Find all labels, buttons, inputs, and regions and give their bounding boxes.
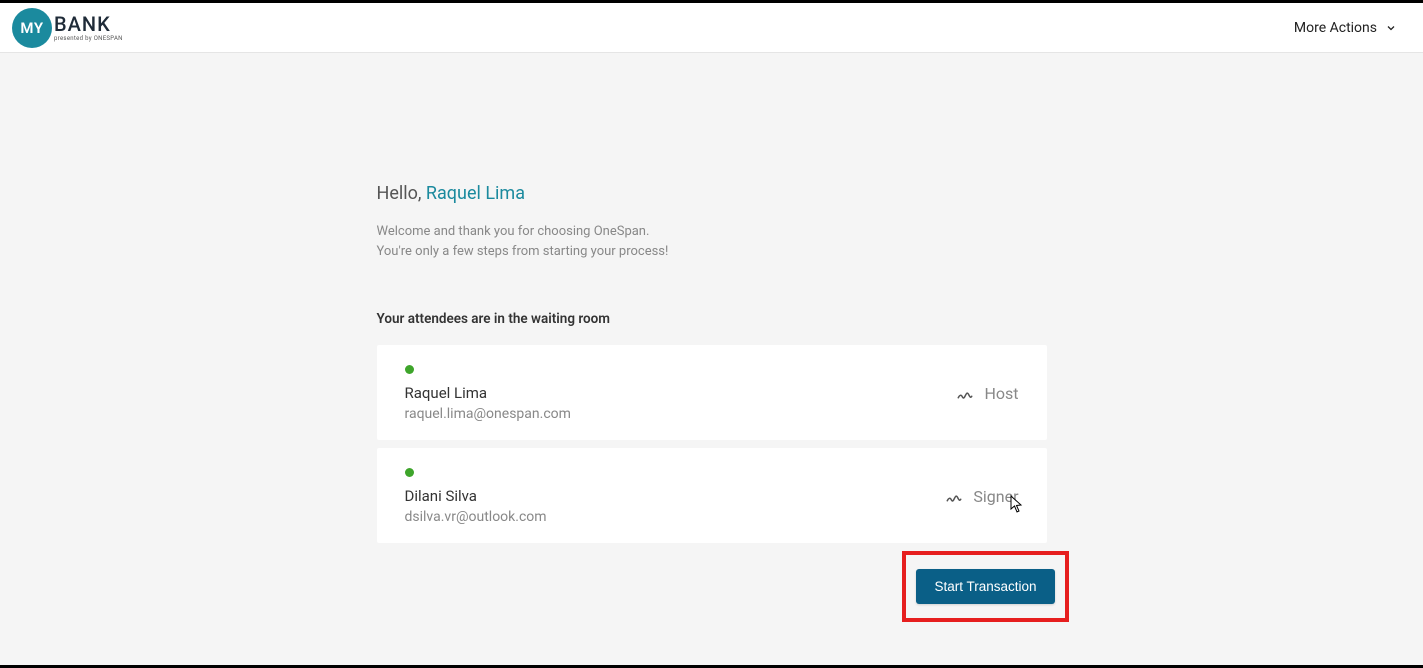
attendee-card: Raquel Lima raquel.lima@onespan.com Host xyxy=(377,345,1047,440)
action-row: Start Transaction xyxy=(377,551,1047,622)
logo-circle: MY xyxy=(12,8,52,48)
logo-text-wrap: BANK presented by ONESPAN xyxy=(54,14,123,42)
status-dot-online-icon xyxy=(405,365,414,374)
main-content: Hello, Raquel Lima Welcome and thank you… xyxy=(0,53,1423,622)
highlight-annotation: Start Transaction xyxy=(902,551,1068,622)
attendee-role: Host xyxy=(956,384,1018,403)
more-actions-dropdown[interactable]: More Actions xyxy=(1280,12,1411,44)
chevron-down-icon xyxy=(1385,22,1397,34)
logo-text: BANK xyxy=(54,14,123,34)
waiting-room-title: Your attendees are in the waiting room xyxy=(377,311,1047,327)
greeting-name: Raquel Lima xyxy=(426,183,525,204)
welcome-line1: Welcome and thank you for choosing OneSp… xyxy=(377,222,1047,242)
attendee-info: Raquel Lima raquel.lima@onespan.com xyxy=(405,365,571,422)
attendee-info: Dilani Silva dsilva.vr@outlook.com xyxy=(405,468,547,525)
role-label: Signer xyxy=(973,487,1018,506)
logo-subtext: presented by ONESPAN xyxy=(54,36,123,42)
attendee-email: raquel.lima@onespan.com xyxy=(405,406,571,422)
signature-icon xyxy=(956,385,974,403)
welcome-text: Welcome and thank you for choosing OneSp… xyxy=(377,222,1047,261)
signature-icon xyxy=(945,488,963,506)
attendee-name: Raquel Lima xyxy=(405,384,571,402)
attendee-role: Signer xyxy=(945,487,1018,506)
attendee-email: dsilva.vr@outlook.com xyxy=(405,509,547,525)
greeting: Hello, Raquel Lima xyxy=(377,183,1047,204)
greeting-hello: Hello, xyxy=(377,183,426,204)
start-transaction-button[interactable]: Start Transaction xyxy=(916,569,1054,604)
content-container: Hello, Raquel Lima Welcome and thank you… xyxy=(377,183,1047,622)
logo: MY BANK presented by ONESPAN xyxy=(12,8,123,48)
role-label: Host xyxy=(984,384,1018,403)
attendee-name: Dilani Silva xyxy=(405,487,547,505)
header: MY BANK presented by ONESPAN More Action… xyxy=(0,3,1423,53)
status-dot-online-icon xyxy=(405,468,414,477)
welcome-line2: You're only a few steps from starting yo… xyxy=(377,242,1047,262)
more-actions-label: More Actions xyxy=(1294,20,1377,36)
attendee-card: Dilani Silva dsilva.vr@outlook.com Signe… xyxy=(377,448,1047,543)
